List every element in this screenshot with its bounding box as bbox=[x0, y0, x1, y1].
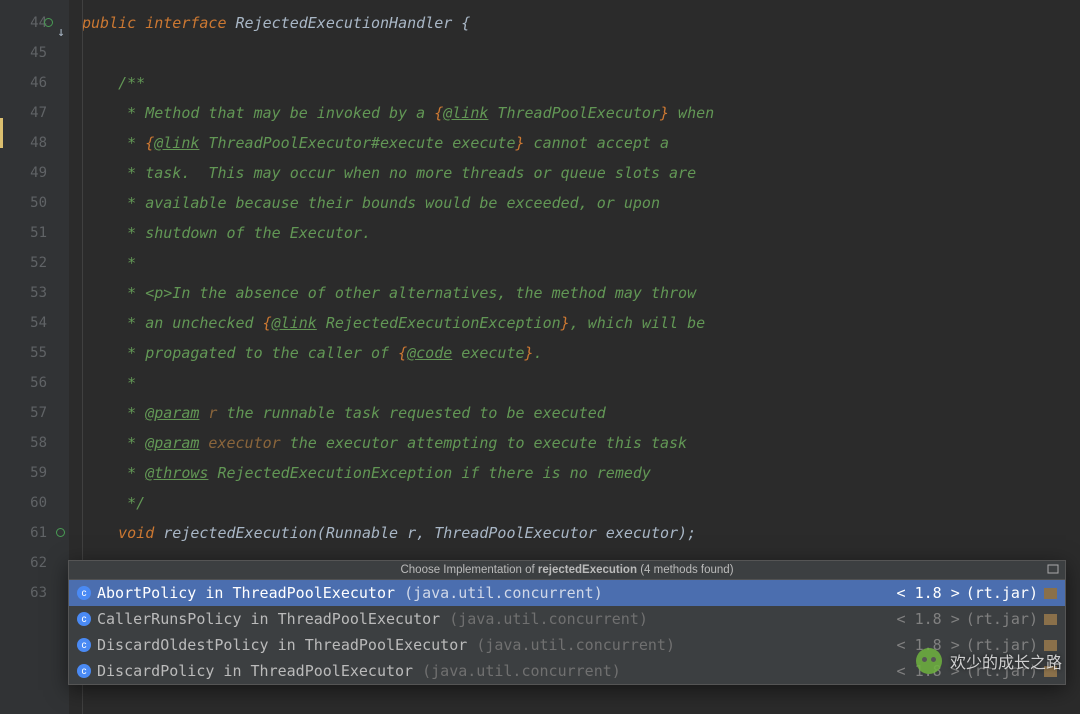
line-number: 55 bbox=[0, 338, 69, 368]
line-number: 63 bbox=[0, 578, 69, 608]
line-number: 61 bbox=[0, 518, 69, 548]
code-line: * {@link ThreadPoolExecutor#execute exec… bbox=[82, 128, 1080, 158]
class-icon: c bbox=[77, 638, 91, 652]
line-number: 54 bbox=[0, 308, 69, 338]
popup-title: Choose Implementation of rejectedExecuti… bbox=[69, 561, 1065, 580]
code-line: * propagated to the caller of {@code exe… bbox=[82, 338, 1080, 368]
implementations-icon[interactable] bbox=[53, 17, 65, 29]
code-line: * shutdown of the Executor. bbox=[82, 218, 1080, 248]
code-line: * <p>In the absence of other alternative… bbox=[82, 278, 1080, 308]
line-number: 59 bbox=[0, 458, 69, 488]
code-line: * @param executor the executor attemptin… bbox=[82, 428, 1080, 458]
line-number: 46 bbox=[0, 68, 69, 98]
line-number: 45 bbox=[0, 38, 69, 68]
pin-icon[interactable] bbox=[1047, 564, 1059, 576]
line-number: 44 bbox=[0, 8, 69, 38]
line-number: 47 bbox=[0, 98, 69, 128]
code-line: * an unchecked {@link RejectedExecutionE… bbox=[82, 308, 1080, 338]
line-number: 50 bbox=[0, 188, 69, 218]
implementation-item[interactable]: cAbortPolicy in ThreadPoolExecutor (java… bbox=[69, 580, 1065, 606]
line-number: 53 bbox=[0, 278, 69, 308]
line-number: 49 bbox=[0, 158, 69, 188]
class-icon: c bbox=[77, 586, 91, 600]
code-line: public interface RejectedExecutionHandle… bbox=[82, 8, 1080, 38]
gutter: 4445464748495051525354555657585960616263 bbox=[0, 0, 70, 714]
wechat-icon bbox=[916, 648, 942, 674]
line-number: 52 bbox=[0, 248, 69, 278]
jar-icon bbox=[1044, 614, 1057, 625]
code-line: * Method that may be invoked by a {@link… bbox=[82, 98, 1080, 128]
code-line: * task. This may occur when no more thre… bbox=[82, 158, 1080, 188]
code-line: * @param r the runnable task requested t… bbox=[82, 398, 1080, 428]
code-line: * bbox=[82, 368, 1080, 398]
watermark: 欢少的成长之路 bbox=[916, 648, 1062, 674]
code-line bbox=[82, 38, 1080, 68]
line-number: 57 bbox=[0, 398, 69, 428]
code-line: * available because their bounds would b… bbox=[82, 188, 1080, 218]
line-number: 51 bbox=[0, 218, 69, 248]
class-icon: c bbox=[77, 612, 91, 626]
line-number: 56 bbox=[0, 368, 69, 398]
code-line: /** bbox=[82, 68, 1080, 98]
code-line: * bbox=[82, 248, 1080, 278]
jar-icon bbox=[1044, 588, 1057, 599]
line-number: 58 bbox=[0, 428, 69, 458]
override-icon[interactable] bbox=[44, 18, 53, 27]
line-number: 62 bbox=[0, 548, 69, 578]
implementation-item[interactable]: cCallerRunsPolicy in ThreadPoolExecutor … bbox=[69, 606, 1065, 632]
watermark-text: 欢少的成长之路 bbox=[950, 649, 1062, 673]
code-line: */ bbox=[82, 488, 1080, 518]
code-line: * @throws RejectedExecutionException if … bbox=[82, 458, 1080, 488]
line-number: 60 bbox=[0, 488, 69, 518]
code-line: void rejectedExecution(Runnable r, Threa… bbox=[82, 518, 1080, 548]
line-number: 48 bbox=[0, 128, 69, 158]
class-icon: c bbox=[77, 664, 91, 678]
override-icon[interactable] bbox=[56, 528, 65, 537]
